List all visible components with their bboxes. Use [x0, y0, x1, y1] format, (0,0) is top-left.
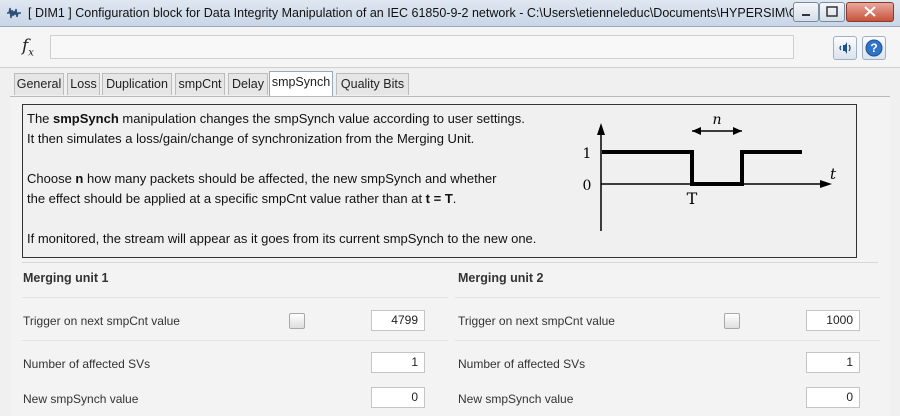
- tab-delay[interactable]: Delay: [228, 73, 268, 95]
- close-icon: [864, 6, 876, 17]
- mu2-new-synch-value[interactable]: 0: [806, 387, 860, 408]
- tab-general[interactable]: General: [14, 73, 64, 95]
- one-label: 1: [583, 146, 592, 162]
- T-label: T: [687, 189, 698, 208]
- tab-loss[interactable]: Loss: [67, 73, 100, 95]
- desc-line1-bold: smpSynch: [53, 111, 119, 126]
- mu1-new-synch-value[interactable]: 0: [371, 387, 425, 408]
- desc-line1-post: manipulation changes the smpSynch value …: [118, 111, 525, 126]
- mu1-affected-value[interactable]: 1: [371, 352, 425, 373]
- mu2-trigger-label: Trigger on next smpCnt value: [458, 314, 615, 328]
- tab-strip: General Loss Duplication smpCnt Delay sm…: [0, 71, 900, 96]
- desc-line3-pre: Choose: [27, 171, 76, 186]
- signal-trace: [602, 150, 802, 186]
- mu1-trigger-label: Trigger on next smpCnt value: [23, 314, 180, 328]
- mu2-affected-value[interactable]: 1: [806, 352, 860, 373]
- waveform-icon: [7, 7, 21, 19]
- minimize-button[interactable]: [793, 2, 819, 22]
- desc-line3-post: how many packets should be affected, the…: [83, 171, 497, 186]
- signal-icon: [839, 42, 851, 54]
- help-button[interactable]: ?: [862, 36, 886, 60]
- desc-line4-post: .: [452, 191, 457, 206]
- close-button[interactable]: [846, 2, 894, 22]
- merging-unit-2-title: Merging unit 2: [458, 271, 544, 285]
- mu2-divider-1: [455, 297, 880, 298]
- smpsynch-diagram: n 1 0 T t: [583, 112, 837, 231]
- mu1-new-synch-label: New smpSynch value: [23, 392, 139, 406]
- mu1-trigger-value[interactable]: 4799: [371, 310, 425, 331]
- desc-line4-bold: t = T: [425, 191, 453, 206]
- n-label: n: [712, 112, 721, 128]
- signal-button[interactable]: [833, 36, 857, 60]
- t-label: t: [830, 165, 837, 183]
- help-icon: ?: [865, 39, 883, 57]
- desc-line4-pre: the effect should be applied at a specif…: [27, 191, 426, 206]
- desc-last-line: If monitored, the stream will appear as …: [27, 231, 537, 246]
- zero-label: 0: [583, 178, 592, 194]
- mu2-affected-label: Number of affected SVs: [458, 357, 586, 371]
- formula-toolbar: fx ?: [0, 27, 900, 68]
- section-divider: [22, 262, 878, 263]
- n-arrow-right: [733, 127, 742, 135]
- y-axis-arrow: [597, 123, 605, 135]
- tab-quality-bits[interactable]: Quality Bits: [336, 73, 409, 95]
- description-text: The smpSynch manipulation changes the sm…: [27, 109, 536, 249]
- function-icon: fx: [22, 36, 34, 59]
- tab-smpsynch[interactable]: smpSynch: [269, 71, 333, 96]
- mu2-trigger-value[interactable]: 1000: [806, 310, 860, 331]
- mu1-divider-1: [22, 297, 448, 298]
- desc-line1-pre: The: [27, 111, 54, 126]
- minimize-icon: [802, 14, 810, 16]
- svg-text:?: ?: [870, 41, 877, 55]
- mu2-new-synch-label: New smpSynch value: [458, 392, 574, 406]
- maximize-icon: [826, 6, 838, 17]
- mu1-divider-2: [22, 340, 448, 341]
- title-bar: [ DIM1 ] Configuration block for Data In…: [0, 0, 900, 27]
- maximize-button[interactable]: [819, 2, 845, 22]
- formula-field[interactable]: [50, 35, 794, 59]
- tab-smpcnt[interactable]: smpCnt: [175, 73, 225, 95]
- mu1-affected-label: Number of affected SVs: [23, 357, 151, 371]
- desc-line2: It then simulates a loss/gain/change of …: [27, 131, 475, 146]
- mu2-trigger-checkbox[interactable]: [724, 313, 740, 329]
- merging-unit-1-title: Merging unit 1: [23, 271, 109, 285]
- window-title: [ DIM1 ] Configuration block for Data In…: [28, 6, 812, 20]
- n-arrow-left: [692, 127, 701, 135]
- mu1-trigger-checkbox[interactable]: [289, 313, 305, 329]
- mu2-divider-2: [455, 340, 880, 341]
- tab-duplication[interactable]: Duplication: [102, 73, 172, 95]
